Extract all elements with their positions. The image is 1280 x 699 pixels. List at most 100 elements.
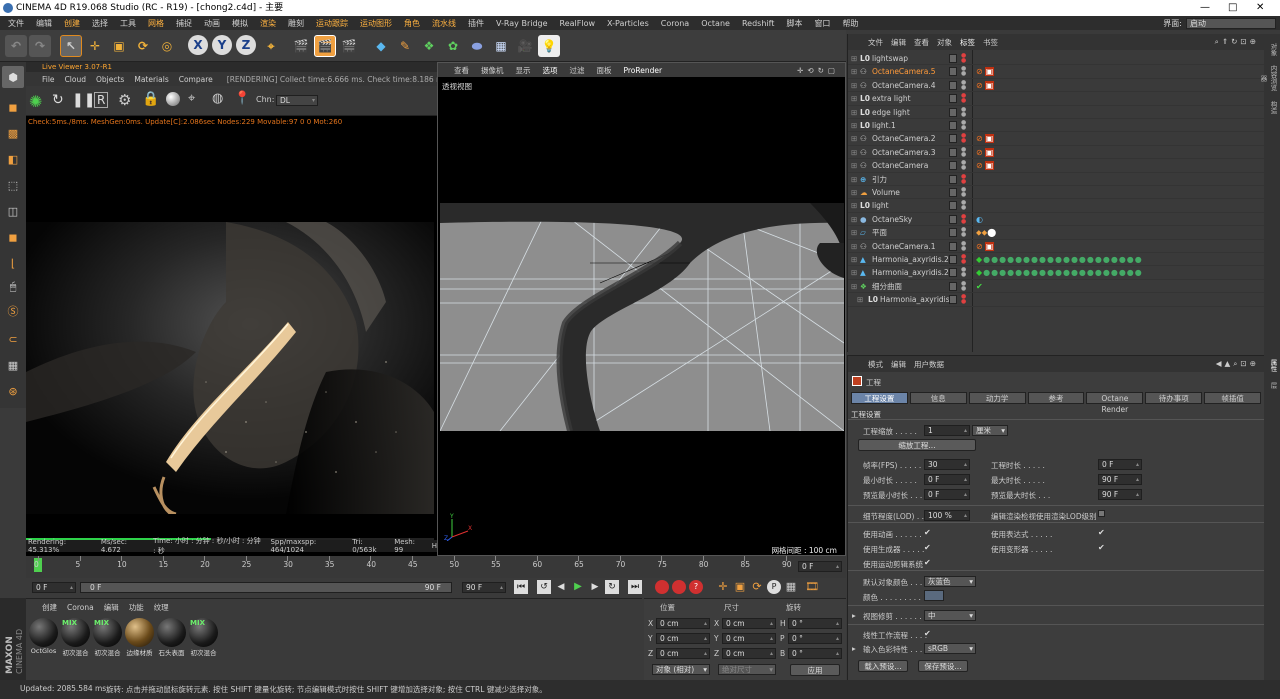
rotation-field[interactable]: 0 ° ▴ [788,633,842,644]
lv-menu-cloud[interactable]: Cloud [65,75,86,84]
object-row[interactable]: ⊞ ⚇ OctaneCamera.5 ● ● ⊘ ▣ [848,65,1265,79]
expand-icon[interactable]: ⊞ [851,146,857,159]
material-swatch[interactable]: MIX 初次混合 [188,618,219,662]
timeline-window-icon[interactable]: 🎞 [805,580,819,594]
vp-menu-view[interactable]: 查看 [454,65,469,76]
coordinate-system-icon[interactable]: ⌖ [260,35,282,57]
menu-select[interactable]: 选择 [92,18,108,29]
object-tags[interactable]: ⊘ ▣ [976,146,995,159]
size-field[interactable]: 0 cm ▴ [722,618,776,629]
use-generators-check[interactable]: ✔ [924,543,931,552]
use-expressions-check[interactable]: ✔ [1098,528,1105,537]
object-name[interactable]: Harmonia_axyridis [880,293,950,306]
spinner-icon[interactable]: ▴ [704,619,707,629]
auto-key-icon[interactable] [672,580,686,594]
am-menu-mode[interactable]: 模式 [868,359,883,370]
default-color-dropdown[interactable]: 灰蓝色 ▾ [924,576,976,587]
preview-min-field[interactable]: 0 F ▴ [924,489,970,500]
visibility-dots-icon[interactable]: ● ● [961,93,967,104]
render-view-icon[interactable]: 🎬 [290,35,312,57]
spinner-icon[interactable]: ▴ [770,619,773,629]
menu-plugins[interactable]: 插件 [468,18,484,29]
visibility-dots-icon[interactable]: ● ● [961,160,967,171]
object-name[interactable]: OctaneSky [872,213,912,226]
save-preset-button[interactable]: 保存预设... [918,660,968,672]
menu-realflow[interactable]: RealFlow [560,19,596,28]
tab-frame-interpolation[interactable]: 帧插值 [1204,392,1262,404]
spinner-icon[interactable]: ▴ [836,649,839,659]
visibility-dots-icon[interactable]: ● ● [961,146,967,157]
visibility-dots-icon[interactable]: ● ● [961,213,967,224]
expand-icon[interactable]: ⊞ [851,132,857,145]
object-tags[interactable]: ◐ [976,213,983,226]
object-tags[interactable]: ✔ [976,280,983,293]
vp-menu-panel[interactable]: 面板 [597,65,612,76]
om-search-icons[interactable]: ⌕⇑↻⊡⊕ [1215,37,1259,47]
layer-box-icon[interactable] [949,134,957,144]
layer-box-icon[interactable] [949,161,957,171]
size-field[interactable]: 0 cm ▴ [722,633,776,644]
layer-box-icon[interactable] [949,54,957,63]
side-tab-attributes[interactable]: 属性 [1266,356,1278,374]
lv-menu-materials[interactable]: Materials [134,75,168,84]
spinner-icon[interactable]: ▴ [704,649,707,659]
expand-icon[interactable]: ⊞ [851,240,857,253]
object-name[interactable]: OctaneCamera.2 [872,132,936,145]
menu-pipeline[interactable]: 流水线 [432,18,456,29]
region-render-icon[interactable]: R [94,92,109,108]
undo-icon[interactable]: ↶ [5,35,27,57]
min-time-field[interactable]: 0 F ▴ [924,474,970,485]
side-tab-objects[interactable]: 对象 [1266,40,1278,58]
object-name[interactable]: light.1 [872,119,896,132]
object-row[interactable]: ⊞ ▱ 平面 ● ● ⬥⬥⬤ [848,226,1265,240]
am-menu-userdata[interactable]: 用户数据 [914,359,944,370]
menu-sculpt[interactable]: 雕刻 [288,18,304,29]
menu-window[interactable]: 窗口 [814,18,830,29]
camera-icon[interactable]: 🎥 [514,35,536,57]
project-scale-field[interactable]: 1 ▴ [924,425,970,436]
object-name[interactable]: 细分曲面 [872,280,902,293]
next-frame-icon[interactable]: ▶ [588,580,602,594]
scale-project-button[interactable]: 缩放工程... [858,439,976,451]
mat-menu-texture[interactable]: 纹理 [154,602,169,613]
expand-icon[interactable]: ⊞ [851,253,857,266]
object-tags[interactable]: ⊘ ▣ [976,159,995,172]
menu-snap[interactable]: 捕捉 [176,18,192,29]
max-time-field[interactable]: 90 F ▴ [1098,474,1142,485]
position-field[interactable]: 0 cm ▴ [656,648,710,659]
channel-dropdown[interactable]: DL ▾ [276,95,318,106]
x-axis-button[interactable]: X [188,35,208,55]
deformer-icon[interactable]: ⬬ [466,35,488,57]
object-row[interactable]: ⊞ ☁ Volume ● ● [848,186,1265,200]
object-name[interactable]: 平面 [872,226,887,239]
object-row[interactable]: ⊞ L0 extra light ● ● [848,92,1265,106]
object-name[interactable]: Harmonia_axyridis.2 [872,253,949,266]
lv-menu-objects[interactable]: Objects [96,75,124,84]
subdivision-icon[interactable]: ❖ [418,35,440,57]
object-name[interactable]: OctaneCamera [872,159,928,172]
object-row[interactable]: ⊞ L0 light ● ● [848,199,1265,213]
keyframe-selection-icon[interactable]: ? [689,580,703,594]
am-menu-edit[interactable]: 编辑 [891,359,906,370]
key-pla-icon[interactable]: ▦ [784,580,798,594]
live-viewer-render-output[interactable] [26,222,434,514]
rotate-icon[interactable]: ⟳ [132,35,154,57]
lv-settings-icon[interactable]: ⚙ [118,91,131,109]
render-settings-icon[interactable]: 🎬 [338,35,360,57]
object-tags[interactable]: ◆●●●●●●●●●●●●●●●●●●●● [976,266,1256,279]
key-rotation-icon[interactable]: ⟳ [750,580,764,594]
scale-unit-dropdown[interactable]: 厘米 ▾ [972,425,1008,436]
record-icon[interactable] [655,580,669,594]
pause-icon[interactable]: ❚❚ [72,92,95,108]
vp-menu-cameras[interactable]: 摄像机 [481,65,504,76]
lv-menu-compare[interactable]: Compare [179,75,213,84]
planar-workplane-icon[interactable]: ⊛ [2,380,24,402]
visibility-dots-icon[interactable]: ● ● [961,106,967,117]
expand-icon[interactable]: ⊞ [851,280,857,293]
expand-icon[interactable]: ⊞ [851,186,857,199]
tab-project-settings[interactable]: 工程设置 [851,392,908,404]
menu-create[interactable]: 创建 [64,18,80,29]
object-row[interactable]: ⊞ ❖ 细分曲面 ● ● ✔ [848,280,1265,294]
layer-box-icon[interactable] [949,228,957,238]
spinner-icon[interactable]: ▴ [836,634,839,644]
